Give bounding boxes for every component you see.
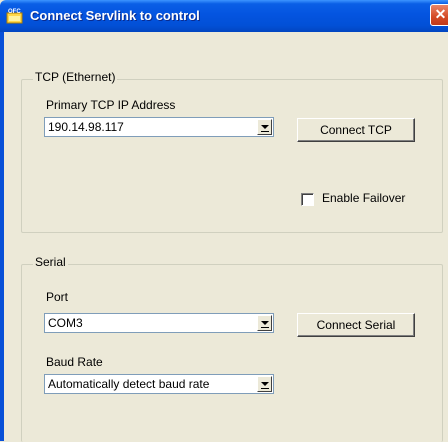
- port-combobox[interactable]: COM3: [44, 313, 274, 333]
- serial-group: [21, 264, 443, 442]
- connect-serial-button[interactable]: Connect Serial: [297, 313, 415, 337]
- enable-failover-label[interactable]: Enable Failover: [322, 191, 405, 205]
- window-frame-left: [0, 32, 4, 441]
- chevron-down-icon[interactable]: [257, 315, 272, 331]
- port-value: COM3: [48, 316, 83, 330]
- connect-tcp-button[interactable]: Connect TCP: [297, 118, 415, 142]
- enable-failover-checkbox[interactable]: [301, 193, 314, 206]
- port-label: Port: [46, 290, 69, 304]
- close-button[interactable]: ✕: [430, 4, 448, 26]
- chevron-down-icon[interactable]: [257, 119, 272, 135]
- baud-rate-value: Automatically detect baud rate: [48, 377, 210, 391]
- dialog-window: OFC Connect Servlink to control ✕ TCP (E…: [0, 0, 448, 442]
- svg-text:OFC: OFC: [8, 9, 21, 15]
- tcp-address-label: Primary TCP IP Address: [46, 98, 176, 112]
- baud-rate-label: Baud Rate: [46, 355, 103, 369]
- title-bar[interactable]: OFC Connect Servlink to control ✕: [0, 0, 448, 32]
- app-icon: OFC: [6, 9, 23, 24]
- close-icon: ✕: [434, 6, 447, 22]
- baud-rate-combobox[interactable]: Automatically detect baud rate: [44, 374, 274, 394]
- chevron-down-icon[interactable]: [257, 376, 272, 392]
- tcp-address-combobox[interactable]: 190.14.98.117: [44, 117, 274, 137]
- tcp-group-label: TCP (Ethernet): [33, 70, 118, 84]
- serial-group-label: Serial: [33, 255, 68, 269]
- tcp-address-value: 190.14.98.117: [48, 120, 124, 134]
- window-title: Connect Servlink to control: [30, 8, 200, 23]
